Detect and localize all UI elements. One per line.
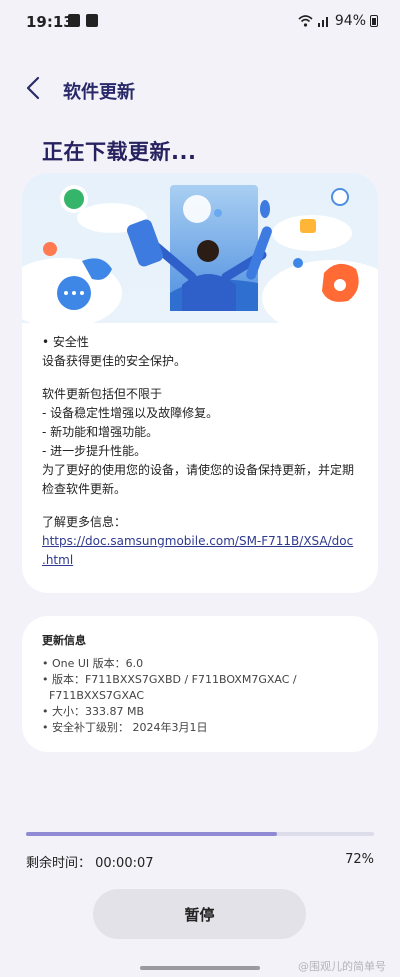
- release-notes-text: • 安全性 设备获得更佳的安全保护。 软件更新包括但不限于 - 设备稳定性增强以…: [42, 333, 362, 570]
- note-line: • 安全性: [42, 335, 89, 349]
- chat-bubble-icon: [68, 14, 80, 27]
- release-notes-card: • 安全性 设备获得更佳的安全保护。 软件更新包括但不限于 - 设备稳定性增强以…: [22, 173, 378, 593]
- info-item: • 安全补丁级别： 2024年3月1日: [42, 721, 208, 734]
- notification-icons: [68, 14, 98, 27]
- pause-button[interactable]: 暂停: [93, 889, 306, 939]
- note-line: 软件更新包括但不限于: [42, 387, 163, 401]
- update-info-card: 更新信息 • One UI 版本：6.0 • 版本：F711BXXS7GXBD …: [22, 616, 378, 752]
- battery-icon: [370, 15, 378, 27]
- info-item: • 大小：333.87 MB: [42, 705, 145, 718]
- status-time: 19:13: [26, 13, 74, 31]
- update-illustration: [22, 173, 378, 323]
- signal-icon: [317, 17, 328, 27]
- note-line: 为了更好的使用您的设备，请使您的设备保持更新，并定期: [42, 463, 355, 477]
- status-right: 94%: [298, 13, 378, 29]
- download-progress-fill: [26, 832, 277, 836]
- update-info-list: • One UI 版本：6.0 • 版本：F711BXXS7GXBD / F71…: [42, 656, 297, 736]
- note-line: - 新功能和增强功能。: [42, 425, 159, 439]
- info-item: • One UI 版本：6.0: [42, 657, 144, 670]
- shopping-bag-icon: [86, 14, 98, 27]
- download-progress-bar: [26, 832, 374, 836]
- update-info-title: 更新信息: [42, 634, 86, 647]
- chevron-left-icon: [26, 76, 40, 100]
- doc-link-line1[interactable]: https://doc.samsungmobile.com/SM-F711B/X…: [42, 532, 362, 551]
- note-line: - 设备稳定性增强以及故障修复。: [42, 406, 219, 420]
- download-percent: 72%: [345, 852, 374, 867]
- note-line: - 进一步提升性能。: [42, 444, 147, 458]
- home-indicator[interactable]: [140, 966, 260, 970]
- header-title: 软件更新: [63, 82, 135, 103]
- wifi-icon: [298, 15, 313, 27]
- status-bar: 19:13 94%: [0, 0, 400, 44]
- watermark: @围观儿的简单号: [298, 960, 386, 973]
- more-info-label: 了解更多信息：: [42, 515, 127, 529]
- info-item: • 版本：F711BXXS7GXBD / F711BOXM7GXAC /: [42, 673, 297, 686]
- battery-percent: 94%: [334, 13, 366, 29]
- doc-link-line2[interactable]: .html: [42, 551, 362, 570]
- info-item: F711BXXS7GXAC: [49, 689, 144, 702]
- remaining-time: 剩余时间： 00:00:07: [26, 856, 154, 871]
- back-button[interactable]: [18, 72, 50, 104]
- note-line: 检查软件更新。: [42, 482, 127, 496]
- page-title: 正在下载更新...: [42, 140, 197, 164]
- note-line: 设备获得更佳的安全保护。: [42, 354, 187, 368]
